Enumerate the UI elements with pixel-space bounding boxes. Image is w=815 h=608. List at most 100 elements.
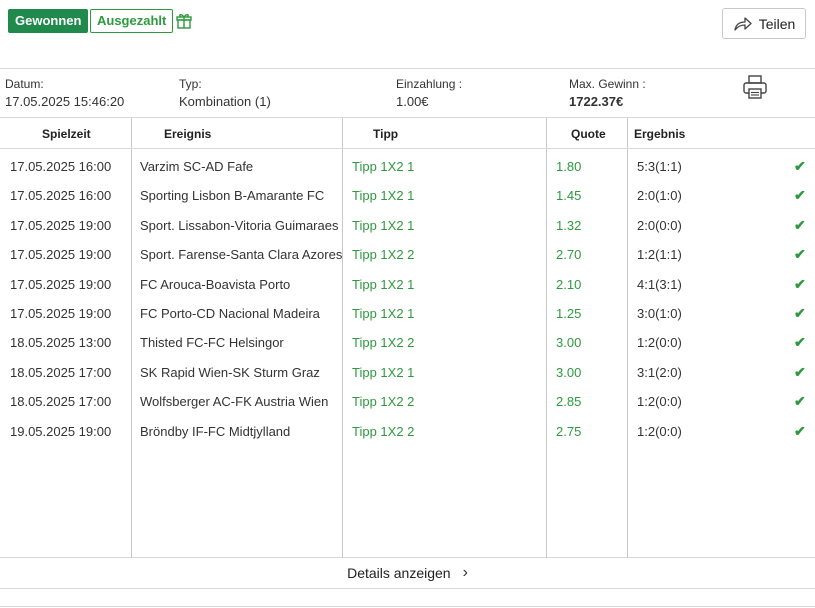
result-value: 1:2(0:0) [637,394,682,410]
result-value: 2:0(1:0) [637,188,682,204]
checkmark-icon: ✔ [794,363,806,380]
share-label: Teilen [758,15,796,32]
checkmark-icon: ✔ [794,305,806,321]
info-date: Datum: 17.05.2025 15:46:20 [5,77,124,109]
table-row: 18.05.2025 17:00 Wolfsberger AC-FK Austri… [0,387,815,416]
quote-value: 3.00 [556,335,582,351]
match-time: 17.05.2025 16:00 [10,188,112,204]
result-value: 2:0(0:0) [637,217,682,233]
date-value: 17.05.2025 15:46:20 [5,94,125,109]
table-row: 18.05.2025 13:00 Thisted FC-FC Helsingor T… [0,328,815,357]
printer-icon[interactable] [742,74,768,100]
header-event: Ereignis [164,127,212,141]
table-row: 17.05.2025 16:00 Sporting Lisbon B-Amaran… [0,181,815,210]
share-button[interactable]: Teilen [722,8,806,39]
event-name: Sport. Lissabon-Vitoria Guimaraes [140,217,339,233]
checkmark-icon: ✔ [794,187,806,204]
share-arrow-icon [734,16,752,31]
chevron-right-icon: › [462,564,468,581]
tipp-value: Tipp 1X2 1 [352,188,415,204]
info-stake: Einzahlung : 1.00€ [396,77,462,109]
checkmark-icon: ✔ [794,422,806,439]
match-time: 19.05.2025 19:00 [10,423,112,439]
checkmark-icon: ✔ [794,246,806,263]
match-time: 17.05.2025 19:00 [10,306,112,321]
table-row: 17.05.2025 16:00 Varzim SC-AD Fafe Tipp 1X… [0,152,815,181]
bet-header: Gewonnen Ausgezahlt Teilen [0,0,815,60]
stake-value: 1.00€ [396,94,429,109]
match-time: 17.05.2025 19:00 [10,276,112,292]
header-tipp: Tipp [373,127,399,141]
max-win-value: 1722.37€ [569,94,624,109]
result-value: 1:2(1:1) [637,247,682,263]
checkmark-icon: ✔ [794,334,806,351]
event-name: Thisted FC-FC Helsingor [140,335,284,351]
header-quote: Quote [571,127,606,141]
event-name: Bröndby IF-FC Midtjylland [140,423,291,439]
date-label: Datum: [5,77,44,91]
tipp-value: Tipp 1X2 1 [352,276,415,292]
status-badge-paid: Ausgezahlt [90,9,174,33]
quote-value: 1.80 [556,159,582,174]
max-win-label: Max. Gewinn : [569,77,646,91]
quote-value: 2.85 [556,394,582,410]
match-time: 18.05.2025 17:00 [10,394,112,410]
info-max-win: Max. Gewinn : 1722.37€ [569,77,646,109]
checkmark-icon: ✔ [794,216,806,233]
divider [0,606,815,607]
tipp-value: Tipp 1X2 2 [352,247,415,263]
event-name: Wolfsberger AC-FK Austria Wien [140,394,329,410]
quote-value: 1.45 [556,188,582,204]
result-value: 1:2(0:0) [637,423,682,439]
bet-table: Spielzeit Ereignis Tipp Quote Ergebnis 1… [0,117,815,558]
status-badge-won: Gewonnen [8,9,89,33]
table-row: 17.05.2025 19:00 Sport. Farense-Santa Cla… [0,240,815,269]
quote-value: 2.75 [556,423,582,439]
tipp-value: Tipp 1X2 1 [352,364,415,380]
tipp-value: Tipp 1X2 2 [352,423,415,439]
tipp-value: Tipp 1X2 2 [352,394,415,410]
table-row: 19.05.2025 19:00 Bröndby IF-FC Midtjyllan… [0,417,815,446]
divider [0,68,815,69]
quote-value: 2.70 [556,247,582,263]
tipp-value: Tipp 1X2 1 [352,306,415,321]
event-name: Sporting Lisbon B-Amarante FC [140,188,325,204]
event-name: Varzim SC-AD Fafe [140,159,254,174]
header-result: Ergebnis [634,127,686,141]
quote-value: 3.00 [556,364,582,380]
match-time: 17.05.2025 19:00 [10,217,112,233]
checkmark-icon: ✔ [794,275,806,292]
event-name: Sport. Farense-Santa Clara Azores [140,247,343,263]
quote-value: 1.25 [556,306,582,321]
checkmark-icon: ✔ [794,393,806,410]
header-time: Spielzeit [42,127,91,141]
tipp-value: Tipp 1X2 2 [352,335,415,351]
result-value: 4:1(3:1) [637,276,682,292]
result-value: 1:2(0:0) [637,335,682,351]
quote-value: 2.10 [556,276,582,292]
result-value: 3:0(1:0) [637,306,682,321]
event-name: FC Porto-CD Nacional Madeira [140,306,320,321]
result-value: 3:1(2:0) [637,364,682,380]
match-time: 18.05.2025 13:00 [10,335,112,351]
match-time: 18.05.2025 17:00 [10,364,112,380]
type-value: Kombination (1) [179,94,271,109]
gift-icon[interactable] [175,11,193,29]
table-row: 17.05.2025 19:00 FC Arouca-Boavista Porto… [0,270,815,299]
details-label: Details anzeigen [347,565,451,581]
info-type: Typ: Kombination (1) [179,77,271,109]
type-label: Typ: [179,77,202,91]
stake-label: Einzahlung : [396,77,463,91]
details-button[interactable]: Details anzeigen › [0,558,815,589]
table-row: 18.05.2025 17:00 SK Rapid Wien-SK Sturm G… [0,358,815,387]
table-row: 17.05.2025 19:00 FC Porto-CD Nacional Mad… [0,299,815,328]
checkmark-icon: ✔ [794,158,806,174]
event-name: FC Arouca-Boavista Porto [140,276,291,292]
event-name: SK Rapid Wien-SK Sturm Graz [140,364,320,380]
result-value: 5:3(1:1) [637,159,682,174]
quote-value: 1.32 [556,217,582,233]
table-header: Spielzeit Ereignis Tipp Quote Ergebnis [0,118,815,149]
tipp-value: Tipp 1X2 1 [352,159,415,174]
match-time: 17.05.2025 19:00 [10,247,112,263]
tipp-value: Tipp 1X2 1 [352,217,415,233]
